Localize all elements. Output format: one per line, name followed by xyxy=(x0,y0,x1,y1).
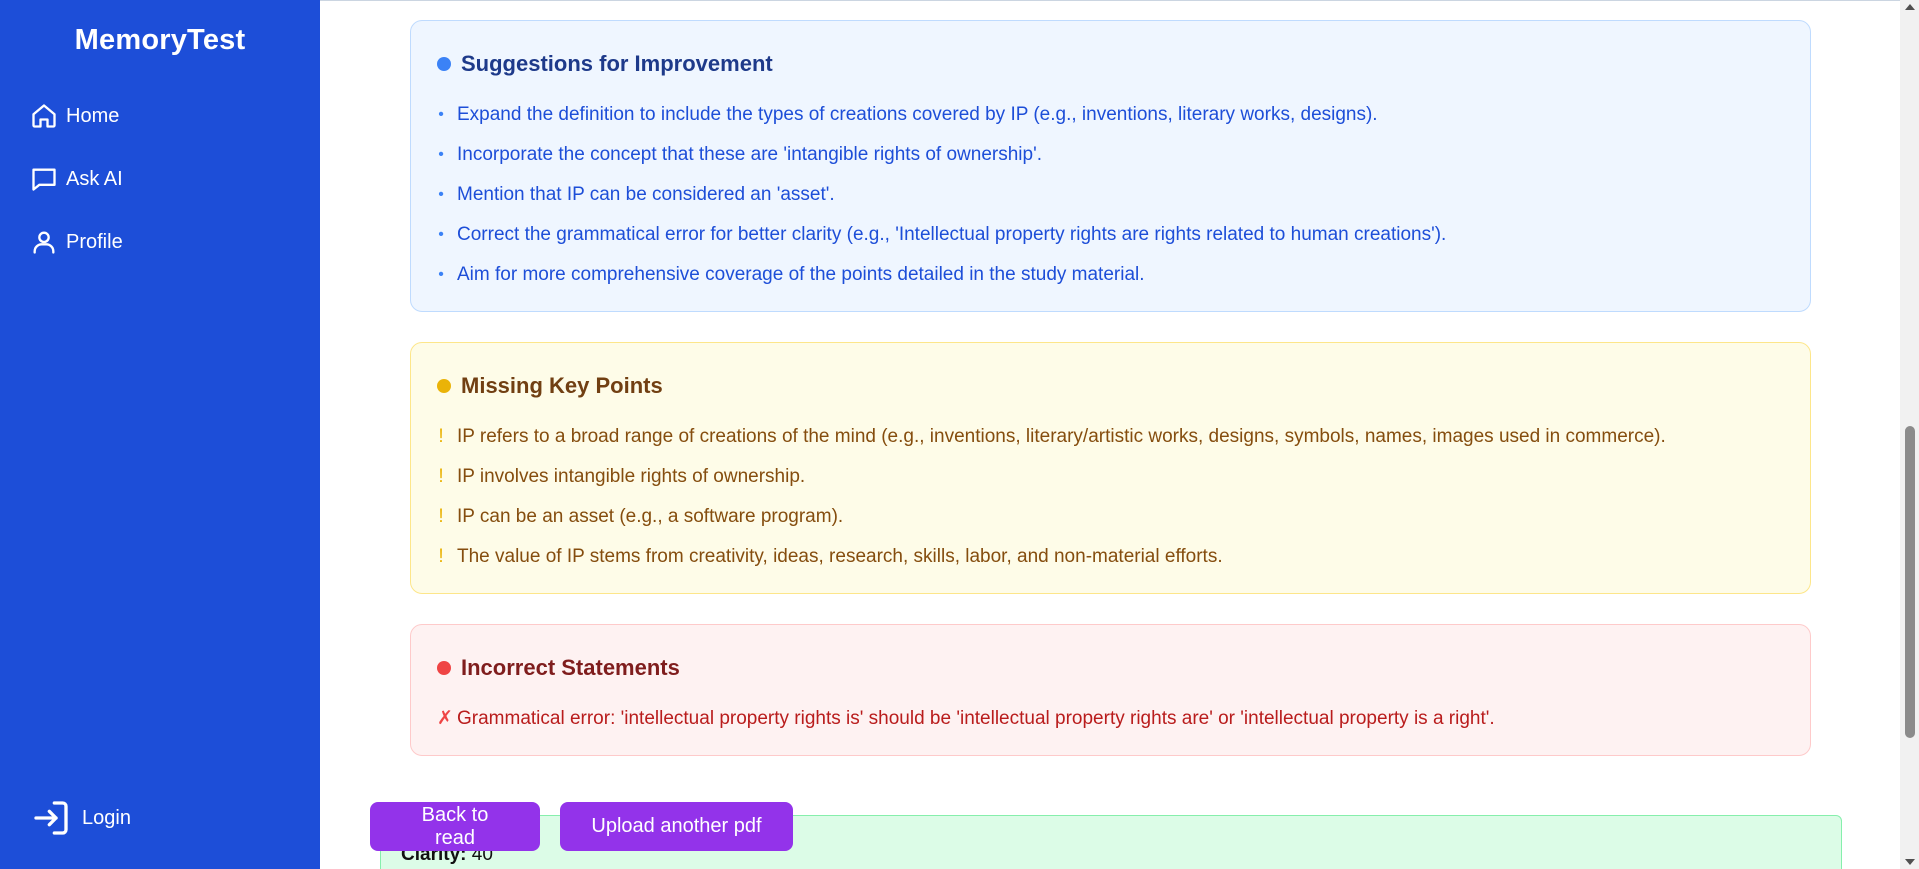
sidebar-item-profile[interactable]: Profile xyxy=(30,228,123,256)
bullet-icon: • xyxy=(438,266,444,283)
list-item: ! IP refers to a broad range of creations… xyxy=(437,417,1784,457)
list-item: • Mention that IP can be considered an 'a… xyxy=(437,175,1784,215)
suggestions-list: • Expand the definition to include the ty… xyxy=(437,95,1784,295)
exclamation-icon: ! xyxy=(438,546,444,567)
exclamation-icon: ! xyxy=(438,506,444,527)
scroll-down-icon[interactable] xyxy=(1905,859,1915,865)
home-icon xyxy=(32,104,56,128)
sidebar: MemoryTest Home Ask AI Profile Login xyxy=(0,0,320,869)
bullet-icon: • xyxy=(438,106,444,123)
missing-points-title: Missing Key Points xyxy=(437,373,1784,399)
status-dot-icon xyxy=(437,57,451,71)
exclamation-icon: ! xyxy=(438,426,444,447)
list-item: • Incorporate the concept that these are … xyxy=(437,135,1784,175)
incorrect-statements-list: ✗ Grammatical error: 'intellectual proper… xyxy=(437,699,1784,739)
login-label: Login xyxy=(82,806,131,829)
incorrect-statements-title: Incorrect Statements xyxy=(437,655,1784,681)
missing-points-list: ! IP refers to a broad range of creations… xyxy=(437,417,1784,577)
bullet-icon: • xyxy=(438,146,444,163)
exclamation-icon: ! xyxy=(438,466,444,487)
list-item: ! The value of IP stems from creativity, … xyxy=(437,537,1784,577)
list-item: • Correct the grammatical error for bette… xyxy=(437,215,1784,255)
sidebar-item-label: Home xyxy=(66,104,120,127)
main-content: Suggestions for Improvement • Expand the … xyxy=(320,0,1900,869)
app-logo[interactable]: MemoryTest xyxy=(0,24,320,57)
suggestions-card: Suggestions for Improvement • Expand the … xyxy=(410,20,1811,312)
scrollbar-thumb[interactable] xyxy=(1905,426,1915,738)
bullet-icon: • xyxy=(438,226,444,243)
user-icon xyxy=(33,231,55,254)
login-icon xyxy=(34,801,68,835)
chat-icon xyxy=(32,168,56,191)
scroll-up-icon[interactable] xyxy=(1905,4,1915,10)
suggestions-title: Suggestions for Improvement xyxy=(437,51,1784,77)
list-item: • Expand the definition to include the ty… xyxy=(437,95,1784,135)
bullet-icon: • xyxy=(438,186,444,203)
status-dot-icon xyxy=(437,661,451,675)
scrollbar[interactable] xyxy=(1900,0,1919,869)
back-to-read-button[interactable]: Back to read xyxy=(370,802,540,851)
sidebar-item-home[interactable]: Home xyxy=(30,102,119,130)
login-button[interactable]: Login xyxy=(30,798,131,838)
sidebar-item-label: Profile xyxy=(66,230,123,253)
list-item: ! IP can be an asset (e.g., a software pr… xyxy=(437,497,1784,537)
cross-icon: ✗ xyxy=(437,708,453,729)
sidebar-item-label: Ask AI xyxy=(66,167,123,190)
incorrect-statements-card: Incorrect Statements ✗ Grammatical error:… xyxy=(410,624,1811,756)
sidebar-item-ask-ai[interactable]: Ask AI xyxy=(30,165,123,193)
missing-points-card: Missing Key Points ! IP refers to a broad… xyxy=(410,342,1811,594)
list-item: ! IP involves intangible rights of owners… xyxy=(437,457,1784,497)
list-item: ✗ Grammatical error: 'intellectual proper… xyxy=(437,699,1784,739)
status-dot-icon xyxy=(437,379,451,393)
list-item: • Aim for more comprehensive coverage of … xyxy=(437,255,1784,295)
upload-pdf-button[interactable]: Upload another pdf xyxy=(560,802,793,851)
